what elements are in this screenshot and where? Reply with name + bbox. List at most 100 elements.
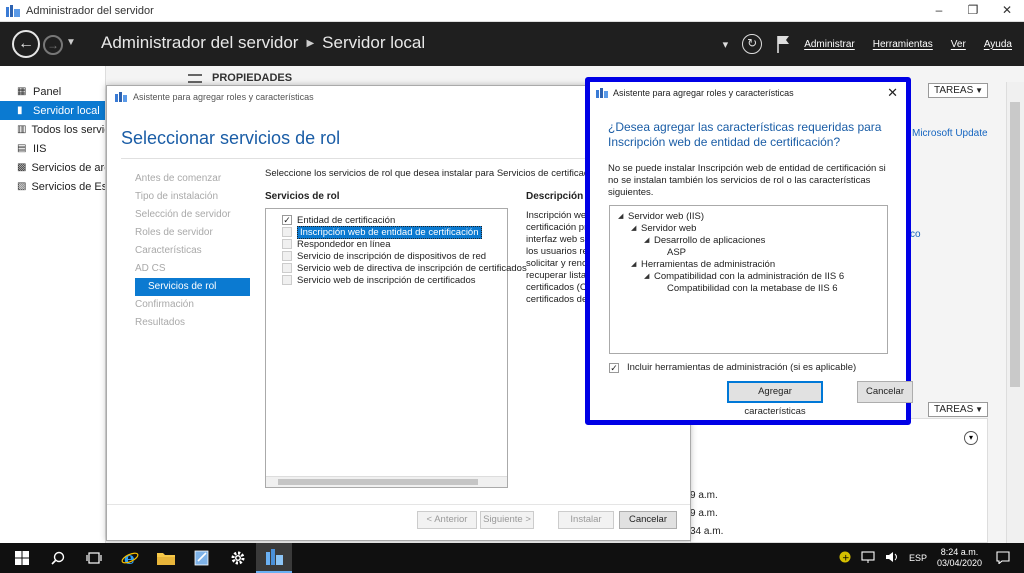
language-indicator[interactable]: ESP: [909, 553, 927, 563]
windows-start-icon[interactable]: [4, 543, 40, 573]
install-button[interactable]: Instalar: [558, 511, 614, 529]
expanded-triangle-icon[interactable]: ◢: [618, 212, 628, 220]
tree-item[interactable]: ◢ Servidor web (IIS): [610, 210, 887, 222]
description-text: Inscripción web certificación pr interfa…: [526, 210, 590, 306]
expanded-triangle-icon[interactable]: ◢: [631, 260, 641, 268]
tree-item[interactable]: ◢ Desarrollo de aplicaciones: [610, 234, 887, 246]
add-features-button[interactable]: Agregar características: [727, 381, 823, 417]
task-view-icon[interactable]: [76, 543, 112, 573]
step-features[interactable]: Características: [135, 242, 250, 260]
roles-horizontal-scrollbar[interactable]: [266, 476, 507, 487]
include-tools-option[interactable]: ✓ Incluir herramientas de administración…: [609, 362, 856, 373]
role-item-web-enrollment[interactable]: Inscripción web de entidad de certificac…: [266, 225, 507, 239]
include-tools-checkbox[interactable]: ✓: [609, 362, 619, 373]
main-scroll-thumb[interactable]: [1010, 102, 1020, 387]
tasks-dropdown-bottom[interactable]: TAREAS ▼: [928, 402, 988, 417]
sidebar-item-remote-desktop[interactable]: ▧ Servicios de Escritorio remoto: [0, 177, 105, 196]
expanded-triangle-icon[interactable]: ◢: [631, 224, 641, 232]
roles-scroll-thumb[interactable]: [278, 479, 478, 485]
step-install-type[interactable]: Tipo de instalación: [135, 188, 250, 206]
previous-button[interactable]: < Anterior: [417, 511, 477, 529]
tree-item[interactable]: ◢ Compatibilidad con la administración d…: [610, 270, 887, 282]
network-icon[interactable]: [861, 551, 875, 565]
sidebar-item-label: Panel: [33, 85, 62, 98]
sidebar-item-file-services[interactable]: ▩ Servicios de archivos y de almacenamie…: [0, 158, 105, 177]
refresh-icon[interactable]: ↻: [742, 34, 763, 54]
dialog-titlebar: Asistente para agregar roles y caracterí…: [590, 82, 906, 104]
role-item-ces[interactable]: Servicio web de inscripción de certifica…: [266, 274, 507, 286]
sidebar-item-dashboard[interactable]: ▦ Panel: [0, 82, 105, 101]
tree-item[interactable]: ASP: [610, 246, 887, 258]
description-line: los usuarios rea: [526, 246, 590, 257]
step-confirmation[interactable]: Confirmación: [135, 296, 250, 314]
notepad-icon[interactable]: [184, 543, 220, 573]
next-button[interactable]: Siguiente >: [480, 511, 534, 529]
checkbox[interactable]: [282, 263, 292, 273]
menu-help[interactable]: Ayuda: [984, 39, 1012, 50]
tasks-dropdown-top[interactable]: TAREAS ▼: [928, 83, 988, 98]
partial-link[interactable]: co: [910, 229, 921, 240]
minimize-button[interactable]: –: [922, 0, 956, 22]
description-label: Descripción: [526, 191, 584, 202]
tree-item[interactable]: ◢ Servidor web: [610, 222, 887, 234]
notifications-flag-icon[interactable]: [776, 35, 790, 53]
checkbox[interactable]: [282, 251, 292, 261]
sidebar-item-local-server[interactable]: ▮ Servidor local: [0, 101, 105, 120]
description-line: certificación pr: [526, 222, 588, 233]
role-item-ndes[interactable]: Servicio de inscripción de dispositivos …: [266, 250, 507, 262]
microsoft-update-link[interactable]: Microsoft Update: [912, 128, 988, 139]
dialog-cancel-button[interactable]: Cancelar: [857, 381, 913, 403]
role-item-certification-authority[interactable]: ✓ Entidad de certificación: [266, 214, 507, 226]
tree-item-label: Desarrollo de aplicaciones: [654, 234, 766, 246]
expanded-triangle-icon[interactable]: ◢: [644, 236, 654, 244]
svg-text:+: +: [842, 554, 850, 564]
close-icon[interactable]: ✕: [887, 85, 898, 101]
step-role-services[interactable]: Servicios de rol: [135, 278, 250, 296]
back-arrow-icon[interactable]: ←: [12, 30, 40, 58]
menu-tools[interactable]: Herramientas: [873, 39, 933, 50]
volume-icon[interactable]: [885, 551, 899, 565]
tree-item[interactable]: Compatibilidad con la metabase de IIS 6: [610, 282, 887, 294]
forward-arrow-icon[interactable]: →: [43, 35, 63, 55]
checkbox[interactable]: [282, 239, 292, 249]
step-ad-cs[interactable]: AD CS: [135, 260, 250, 278]
menu-manage[interactable]: Administrar: [804, 39, 855, 50]
step-before-begin[interactable]: Antes de comenzar: [135, 170, 250, 188]
nav-history-dropdown-icon[interactable]: ▼: [66, 37, 76, 48]
role-item-online-responder[interactable]: Respondedor en línea: [266, 238, 507, 250]
sidebar-item-iis[interactable]: ▤ IIS: [0, 139, 105, 158]
file-explorer-icon[interactable]: [148, 543, 184, 573]
role-item-cep[interactable]: Servicio web de directiva de inscripción…: [266, 262, 527, 274]
expand-circle-icon[interactable]: ▾: [964, 431, 978, 445]
clock-time: 8:24 a.m.: [940, 547, 979, 557]
chevron-down-icon[interactable]: ▾: [723, 38, 729, 51]
menu-view[interactable]: Ver: [951, 39, 966, 50]
tree-item-label: Servidor web: [641, 222, 697, 234]
checkbox[interactable]: [282, 227, 292, 237]
restore-button[interactable]: ❐: [956, 0, 990, 22]
servers-icon: ▥: [17, 124, 27, 135]
internet-explorer-icon[interactable]: e: [112, 543, 148, 573]
close-button[interactable]: ✕: [990, 0, 1024, 22]
checkbox[interactable]: [282, 275, 292, 285]
search-icon[interactable]: [40, 543, 76, 573]
step-server-selection[interactable]: Selección de servidor: [135, 206, 250, 224]
properties-heading-label: PROPIEDADES: [212, 72, 293, 84]
checkbox-checked[interactable]: ✓: [282, 215, 292, 225]
cancel-button[interactable]: Cancelar: [619, 511, 677, 529]
breadcrumb-root[interactable]: Administrador del servidor: [101, 33, 298, 53]
server-manager-taskbar-icon[interactable]: [256, 543, 292, 573]
breadcrumb: Administrador del servidor ▶ Servidor lo…: [101, 33, 425, 53]
taskbar-clock[interactable]: 8:24 a.m. 03/04/2020: [937, 547, 982, 569]
action-center-icon[interactable]: [996, 550, 1010, 566]
sidebar-item-all-servers[interactable]: ▥ Todos los servidores: [0, 120, 105, 139]
tray-status-icon[interactable]: +: [839, 551, 851, 565]
settings-gear-icon[interactable]: [220, 543, 256, 573]
step-server-roles[interactable]: Roles de servidor: [135, 224, 250, 242]
step-results[interactable]: Resultados: [135, 314, 250, 332]
event-time: 9 a.m.: [690, 508, 718, 519]
expanded-triangle-icon[interactable]: ◢: [644, 272, 654, 280]
main-scrollbar[interactable]: [1006, 82, 1024, 543]
properties-heading[interactable]: PROPIEDADES: [188, 72, 292, 84]
tree-item[interactable]: ◢ Herramientas de administración: [610, 258, 887, 270]
